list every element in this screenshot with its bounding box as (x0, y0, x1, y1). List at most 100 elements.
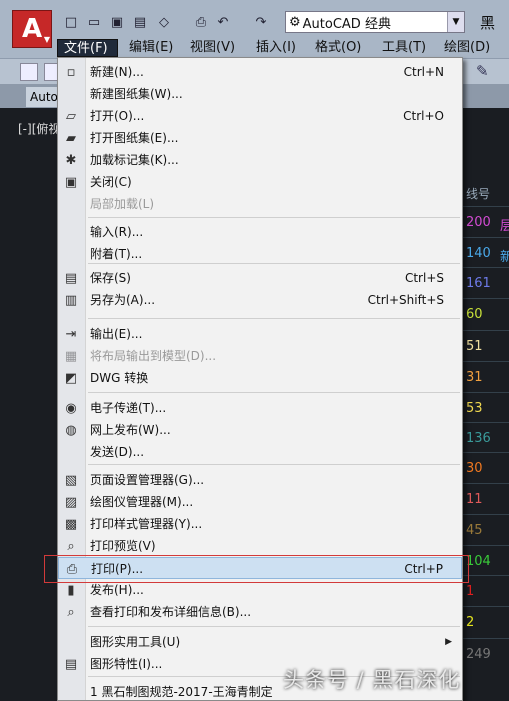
menu-2[interactable]: 视图(V) (184, 39, 246, 57)
menu-item-label: 加载标记集(K)... (90, 153, 179, 167)
file-menu-item-23[interactable]: ⌕ 查看打印和发布详细信息(B)... (58, 601, 462, 623)
file-menu-item-0[interactable]: ▫ 新建(N)... Ctrl+N (58, 61, 462, 83)
menu-item-label: 发送(D)... (90, 445, 145, 459)
file-menu-item-9[interactable]: ▤ 保存(S) Ctrl+S (58, 267, 462, 289)
menu-0[interactable]: 文件(F) (57, 39, 118, 57)
save-icon: ▤ (64, 270, 78, 286)
menu-4[interactable]: 格式(O) (309, 39, 372, 57)
menu-item-label: 新建图纸集(W)... (90, 87, 183, 101)
file-menu-item-16[interactable]: 发送(D)... (58, 441, 462, 463)
file-menu-item-4[interactable]: ✱ 加载标记集(K)... (58, 149, 462, 171)
menu-3[interactable]: 插入(I) (250, 39, 305, 57)
layer-gridline (462, 206, 509, 207)
close-file-icon: ▣ (64, 174, 78, 190)
redo-icon[interactable]: ↷ (252, 13, 270, 31)
layer-number: 45 (466, 523, 483, 538)
publish-web-icon: ◍ (65, 422, 77, 438)
save-as-icon[interactable]: ▤ (131, 13, 149, 31)
menu-separator (88, 318, 460, 319)
layout-export-icon: ▦ (64, 348, 78, 364)
page-setup-icon: ▧ (64, 472, 78, 488)
file-menu-item-20[interactable]: ⌕ 打印预览(V) (58, 535, 462, 557)
file-menu-item-2[interactable]: ▱ 打开(O)... Ctrl+O (58, 105, 462, 127)
plot-details-icon: ⌕ (67, 604, 75, 620)
menu-bar: 文件(F) 编辑(E) 视图(V) 插入(I) 格式(O) 工具(T) 绘图(D) (0, 38, 509, 58)
file-menu-item-18[interactable]: ▨ 绘图仪管理器(M)... (58, 491, 462, 513)
highlight-annotation-box (44, 555, 469, 583)
etransmit-icon: ◉ (65, 400, 77, 416)
markup-icon[interactable]: ◇ (155, 13, 173, 31)
submenu-arrow-icon: ▶ (445, 637, 452, 647)
file-menu-item-14[interactable]: ◉ 电子传递(T)... (58, 397, 462, 419)
file-menu-item-12: ▦ 将布局输出到模型(D)... (58, 345, 462, 367)
layer-gridline (462, 392, 509, 393)
menu-item-label: 打开(O)... (90, 109, 145, 123)
layer-column-header: 线号 (466, 187, 491, 201)
plot-preview-icon: ⌕ (67, 538, 75, 554)
save-icon[interactable]: ▣ (108, 13, 126, 31)
menu-separator (88, 392, 460, 393)
workspace-label: AutoCAD 经典 (302, 16, 391, 32)
open-folder-icon: ▱ (66, 108, 76, 124)
file-menu-item-8[interactable]: 附着(T)... (58, 243, 462, 265)
file-menu-item-13[interactable]: ◩ DWG 转换 (58, 367, 462, 389)
save-as-icon: ▥ (64, 292, 78, 308)
autocad-logo-icon: A (21, 14, 43, 44)
menu-1[interactable]: 编辑(E) (123, 39, 180, 57)
file-menu-item-24[interactable]: 图形实用工具(U) ▶ (58, 631, 462, 653)
menu-item-label: 将布局输出到模型(D)... (90, 349, 217, 363)
edit-icon[interactable]: ✎ (476, 62, 489, 80)
menu-item-label: 绘图仪管理器(M)... (90, 495, 194, 509)
open-icon[interactable]: ▭ (85, 13, 103, 31)
workspace-select[interactable]: ⚙ AutoCAD 经典 ▼ (285, 11, 465, 33)
new-icon[interactable]: □ (62, 13, 80, 31)
layer-number: 51 (466, 339, 483, 354)
file-menu-item-19[interactable]: ▩ 打印样式管理器(Y)... (58, 513, 462, 535)
layer-gridline (462, 298, 509, 299)
file-menu-item-15[interactable]: ◍ 网上发布(W)... (58, 419, 462, 441)
menu-item-label: 局部加载(L) (90, 197, 155, 211)
layer-gridline (462, 545, 509, 546)
application-menu-button[interactable]: A ▼ (12, 10, 52, 48)
undo-icon[interactable]: ↶ (214, 13, 232, 31)
menu-item-shortcut: Ctrl+N (403, 65, 444, 79)
layer-gridline (462, 267, 509, 268)
layer-number: 249 (466, 647, 491, 662)
menu-item-label: 打印预览(V) (90, 539, 156, 553)
title-bar: □ ▭ ▣ ▤ ◇ ⎙ ↶ ↷ ⚙ AutoCAD 经典 ▼ 黑 (0, 0, 509, 38)
menu-item-label: 新建(N)... (90, 65, 144, 79)
layer-number: 1 (466, 584, 475, 599)
menu-separator (88, 464, 460, 465)
layer-number: 31 (466, 370, 483, 385)
menu-6[interactable]: 绘图(D) (438, 39, 504, 57)
layer-number: 11 (466, 492, 483, 507)
file-menu-item-3[interactable]: ▰ 打开图纸集(E)... (58, 127, 462, 149)
layer-number: 161 (466, 276, 491, 291)
toolbar-button-0[interactable] (20, 63, 38, 81)
layer-gridline (462, 237, 509, 238)
layer-gridline (462, 452, 509, 453)
plot-style-icon: ▩ (64, 516, 78, 532)
layer-number: 200 (466, 215, 491, 230)
layer-number: 30 (466, 461, 483, 476)
file-menu-item-5[interactable]: ▣ 关闭(C) (58, 171, 462, 193)
viewport-label[interactable]: [-][俯视 (18, 120, 60, 137)
file-menu-item-11[interactable]: ⇥ 输出(E)... (58, 323, 462, 345)
layer-gridline (462, 575, 509, 576)
layer-gridline (462, 361, 509, 362)
menu-item-label: 输出(E)... (90, 327, 143, 341)
new-file-icon: ▫ (66, 64, 76, 80)
layer-number: 53 (466, 401, 483, 416)
menu-item-label: 打印样式管理器(Y)... (90, 517, 203, 531)
menu-item-shortcut: Ctrl+Shift+S (367, 293, 444, 307)
plot-icon[interactable]: ⎙ (192, 13, 210, 31)
file-menu-item-10[interactable]: ▥ 另存为(A)... Ctrl+Shift+S (58, 289, 462, 311)
menu-item-label: DWG 转换 (90, 371, 149, 385)
file-menu-item-7[interactable]: 输入(R)... (58, 221, 462, 243)
menu-5[interactable]: 工具(T) (376, 39, 434, 57)
file-menu-item-1[interactable]: 新建图纸集(W)... (58, 83, 462, 105)
layer-gridline (462, 638, 509, 639)
chevron-down-icon[interactable]: ▼ (447, 12, 464, 32)
publish-icon: ▮ (67, 582, 75, 598)
file-menu-item-17[interactable]: ▧ 页面设置管理器(G)... (58, 469, 462, 491)
